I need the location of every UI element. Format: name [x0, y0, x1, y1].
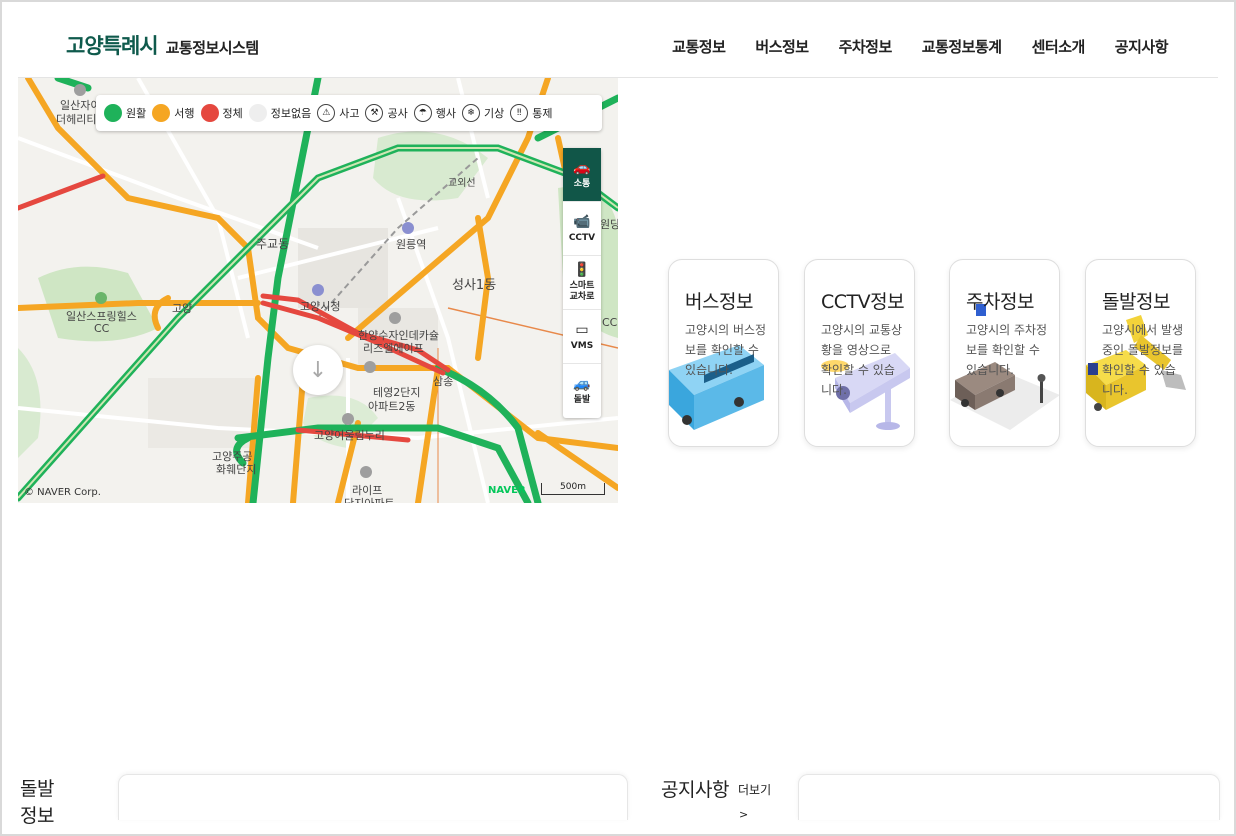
card-cctv-info[interactable]: CCTV정보 고양시의 교통상황을 영상으로 확인할 수 있습니다. [804, 259, 915, 447]
legend-congested: 정체 [200, 104, 243, 122]
traffic-map[interactable]: 일산자이 더헤리티 주교동 원릉역 성사1동 일산스프링힐스 CC 고양시청 고… [18, 78, 618, 503]
legend-accident: ⚠ 사고 [317, 104, 359, 122]
map-label: 더헤리티 [56, 113, 97, 126]
map-label: 리즈엘에이프 [363, 342, 424, 355]
map-copyright: © NAVER Corp. [24, 487, 101, 498]
traffic-light-icon: 🚦 [573, 262, 591, 279]
card-description: 고양시에서 발생중인 돌발정보를 확인할 수 있습니다. [1102, 323, 1184, 397]
map-label: 주교동 [256, 237, 290, 251]
incident-section-title: 돌발 [20, 778, 54, 800]
incident-car-icon: 🚙 [573, 376, 591, 393]
weather-icon: ❄ [461, 104, 480, 122]
construction-icon: ⚒ [365, 104, 384, 122]
site-logo[interactable]: 고양특례시 교통정보시스템 [66, 30, 259, 60]
map-label: 단지아파트 [344, 495, 395, 503]
naver-logo[interactable]: NAVER [488, 485, 526, 496]
congested-dot-icon [200, 104, 219, 122]
traffic-legend: 원활 서행 정체 정보없음 ⚠ 사고 ⚒ 공사 ☂ 행사 ❄ 기상 ‼ 통제 [96, 95, 602, 131]
map-label: 원당 [600, 218, 618, 231]
legend-slow: 서행 [152, 104, 195, 122]
map-label: 삼송 [433, 375, 454, 388]
card-title: 주차정보 [966, 291, 1034, 313]
map-scale-bar: 500m [541, 483, 605, 495]
map-label: 고양 [172, 302, 193, 315]
map-label: CC [602, 316, 618, 329]
map-layer-toolbar: 🚗 소통 📹 CCTV 🚦 스마트 교차로 ▭ VMS 🚙 돌발 [563, 148, 601, 418]
card-description: 고양시의 주차정보를 확인할 수 있습니다. [966, 323, 1048, 377]
slow-dot-icon [152, 104, 171, 122]
card-parking-info[interactable]: 주차정보 고양시의 주차정보를 확인할 수 있습니다. [949, 259, 1060, 447]
map-label: 고양시청 [300, 300, 341, 313]
map-label: 화훼단지 [216, 463, 257, 476]
map-label: 원릉역 [396, 238, 427, 251]
incident-list-panel [118, 774, 628, 820]
cctv-icon: 📹 [573, 213, 591, 230]
map-scroll-down-button[interactable]: ↓ [293, 345, 343, 395]
card-title: CCTV정보 [821, 291, 905, 313]
road-control-icon: ‼ [510, 104, 529, 122]
accident-icon: ⚠ [317, 104, 336, 122]
legend-event: ☂ 행사 [413, 104, 456, 122]
card-description: 고양시의 교통상황을 영상으로 확인할 수 있습니다. [821, 323, 903, 397]
logo-main-text: 고양특례시 [66, 34, 159, 58]
map-label: 아파트2동 [368, 400, 416, 413]
legend-no-info: 정보없음 [248, 104, 311, 122]
map-label: 고양어울림누리 [314, 429, 385, 442]
card-title: 돌발정보 [1102, 291, 1170, 313]
notice-section-title: 공지사항 [661, 779, 729, 801]
more-arrow-icon[interactable]: > [739, 808, 748, 821]
nav-bus-info[interactable]: 버스정보 [755, 36, 809, 57]
nav-notice[interactable]: 공지사항 [1115, 36, 1169, 57]
main-nav: 교통정보 버스정보 주차정보 교통정보통계 센터소개 공지사항 [672, 36, 1168, 57]
nav-parking-info[interactable]: 주차정보 [839, 36, 893, 57]
tool-smart-intersection[interactable]: 🚦 스마트 교차로 [563, 256, 601, 310]
tool-cctv[interactable]: 📹 CCTV [563, 202, 601, 256]
nav-traffic-stats[interactable]: 교통정보통계 [922, 36, 1002, 57]
tool-vms[interactable]: ▭ VMS [563, 310, 601, 364]
card-bus-info[interactable]: 버스정보 고양시의 버스정보를 확인할 수 있습니다. [668, 259, 779, 447]
no-info-dot-icon [248, 104, 267, 122]
legend-smooth: 원활 [104, 104, 146, 122]
notice-more-link[interactable]: 더보기 [738, 781, 771, 798]
smooth-dot-icon [104, 104, 122, 122]
event-icon: ☂ [413, 104, 432, 122]
legend-weather: ❄ 기상 [461, 104, 504, 122]
vms-sign-icon: ▭ [575, 321, 589, 338]
legend-control: ‼ 통제 [510, 104, 552, 122]
car-icon: 🚗 [573, 159, 591, 176]
nav-traffic-info[interactable]: 교통정보 [672, 36, 726, 57]
tool-traffic-flow[interactable]: 🚗 소통 [563, 148, 601, 202]
map-label: 성사1동 [452, 278, 497, 293]
site-header: 고양특례시 교통정보시스템 교통정보 버스정보 주차정보 교통정보통계 센터소개… [18, 0, 1218, 78]
notice-list-panel [798, 774, 1220, 820]
map-label: CC [94, 322, 110, 335]
nav-center-intro[interactable]: 센터소개 [1032, 36, 1086, 57]
arrow-down-icon: ↓ [308, 357, 328, 383]
map-label: 교외선 [448, 178, 476, 189]
incident-section-title-line2: 정보 [20, 805, 54, 827]
legend-construction: ⚒ 공사 [365, 104, 408, 122]
card-title: 버스정보 [685, 291, 753, 313]
card-incident-info[interactable]: 돌발정보 고양시에서 발생중인 돌발정보를 확인할 수 있습니다. [1085, 259, 1196, 447]
logo-sub-text: 교통정보시스템 [165, 39, 260, 57]
tool-incident[interactable]: 🚙 돌발 [563, 364, 601, 418]
card-description: 고양시의 버스정보를 확인할 수 있습니다. [685, 323, 767, 377]
